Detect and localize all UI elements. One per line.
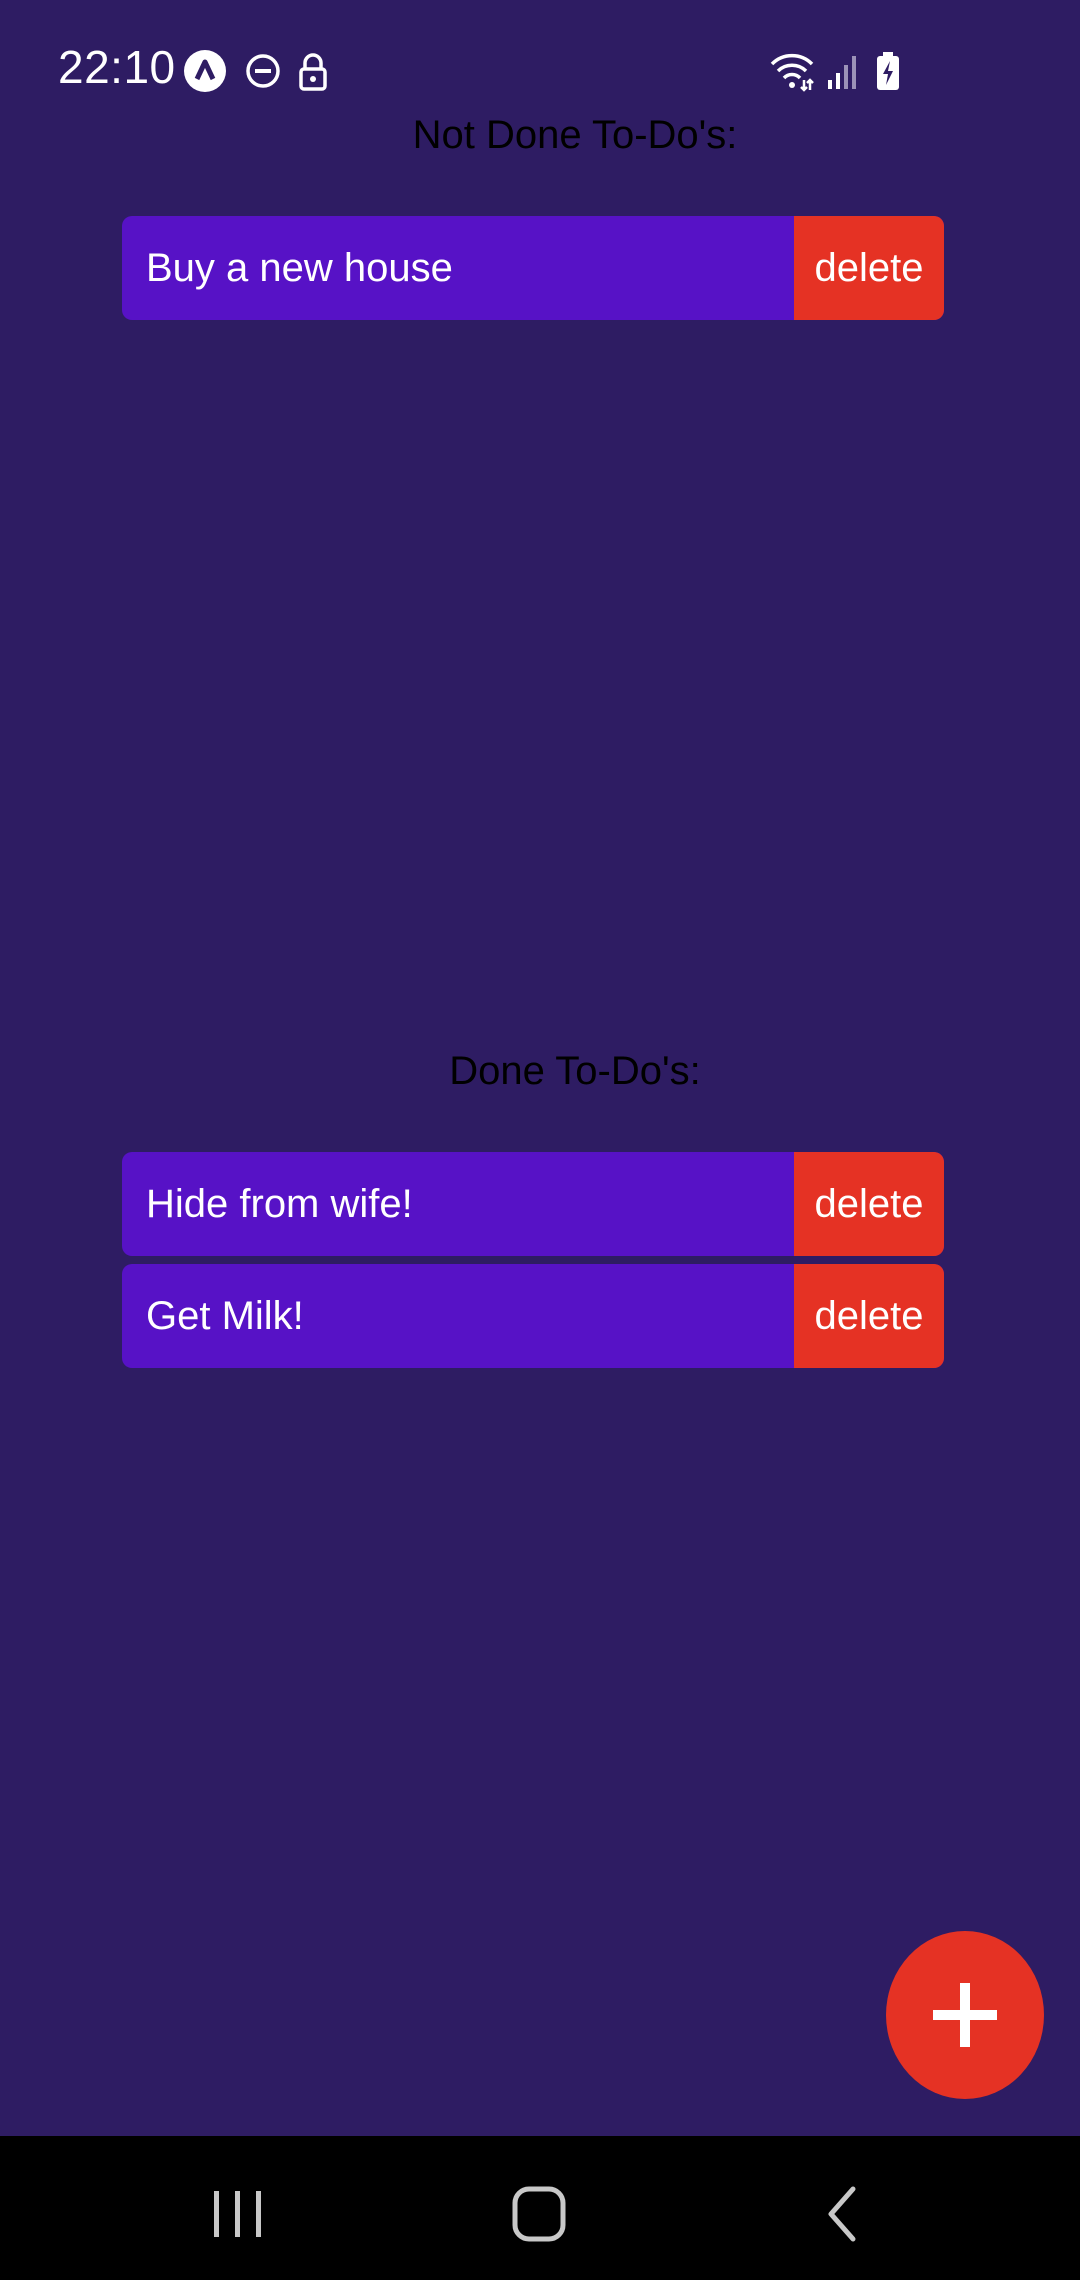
- todo-item-text: Hide from wife!: [146, 1182, 413, 1226]
- todo-item[interactable]: Hide from wife! delete: [122, 1152, 944, 1256]
- back-button[interactable]: [797, 2166, 887, 2250]
- home-icon: [512, 2186, 566, 2242]
- add-todo-button[interactable]: [886, 1931, 1044, 2099]
- signal-icon: [826, 50, 868, 92]
- battery-charging-icon: [874, 50, 916, 92]
- not-done-heading: Not Done To-Do's:: [412, 113, 738, 157]
- todo-item[interactable]: Buy a new house delete: [122, 216, 944, 320]
- delete-button[interactable]: delete: [794, 1264, 944, 1368]
- app-notification-icon: [184, 50, 226, 92]
- plus-icon: [933, 1983, 997, 2047]
- todo-item-text: Buy a new house: [146, 246, 453, 290]
- lock-icon: [292, 50, 334, 92]
- delete-button[interactable]: delete: [794, 1152, 944, 1256]
- done-heading: Done To-Do's:: [449, 1049, 701, 1093]
- home-button[interactable]: [495, 2166, 585, 2250]
- todo-item[interactable]: Get Milk! delete: [122, 1264, 944, 1368]
- wifi-icon: [768, 50, 814, 92]
- recent-apps-button[interactable]: [193, 2166, 283, 2250]
- do-not-disturb-icon: [242, 50, 284, 92]
- delete-button[interactable]: delete: [794, 216, 944, 320]
- back-icon: [828, 2186, 856, 2242]
- todo-item-text: Get Milk!: [146, 1294, 304, 1338]
- status-time: 22:10: [58, 41, 176, 93]
- recent-apps-icon: [214, 2191, 261, 2237]
- navigation-bar: [0, 2136, 1080, 2280]
